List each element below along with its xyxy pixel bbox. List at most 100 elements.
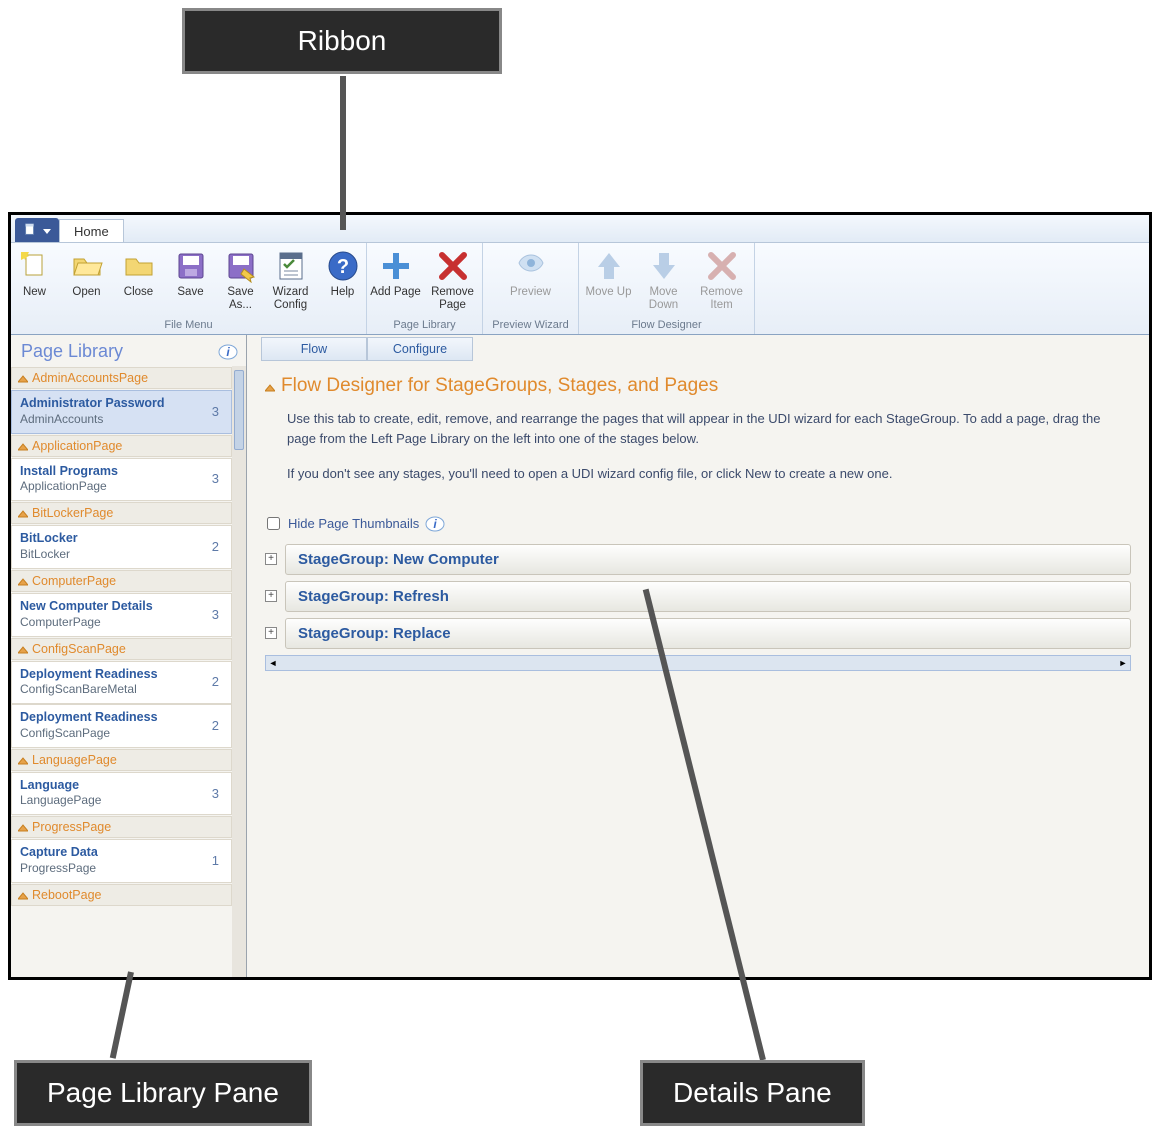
hide-thumbnails-checkbox[interactable] bbox=[267, 517, 280, 530]
ribbon-group-label: Page Library bbox=[367, 317, 482, 334]
chevron-up-icon bbox=[18, 576, 28, 586]
pl-category[interactable]: ApplicationPage bbox=[11, 435, 232, 457]
chevron-up-icon bbox=[18, 822, 28, 832]
pl-item-title: Language bbox=[20, 778, 101, 794]
stage-group-row: + StageGroup: Replace bbox=[265, 618, 1131, 649]
wizard-config-icon bbox=[274, 249, 308, 283]
help-icon: ? bbox=[326, 249, 360, 283]
pl-item-subtitle: ConfigScanBareMetal bbox=[20, 682, 158, 697]
pl-item[interactable]: Install ProgramsApplicationPage3 bbox=[11, 458, 232, 502]
close-icon bbox=[122, 249, 156, 283]
scrollbar-horizontal[interactable]: ◄ ► bbox=[265, 655, 1131, 671]
info-icon[interactable]: i bbox=[218, 342, 238, 362]
pl-item-subtitle: ConfigScanPage bbox=[20, 726, 158, 741]
pl-item-subtitle: LanguagePage bbox=[20, 793, 101, 808]
pl-category-label: AdminAccountsPage bbox=[32, 371, 148, 385]
save-icon bbox=[174, 249, 208, 283]
remove-item-button[interactable]: Remove Item bbox=[692, 247, 752, 312]
pl-item-subtitle: BitLocker bbox=[20, 547, 78, 562]
page-library-list[interactable]: AdminAccountsPageAdministrator PasswordA… bbox=[11, 366, 246, 977]
pl-item[interactable]: New Computer DetailsComputerPage3 bbox=[11, 593, 232, 637]
hide-thumbnails-label: Hide Page Thumbnails bbox=[288, 516, 419, 531]
flow-intro-2: If you don't see any stages, you'll need… bbox=[287, 464, 1107, 484]
close-button[interactable]: Close bbox=[113, 247, 165, 299]
remove-page-icon bbox=[436, 249, 470, 283]
new-button[interactable]: New bbox=[9, 247, 61, 299]
wizard-config-button[interactable]: Wizard Config bbox=[265, 247, 317, 312]
tab-configure[interactable]: Configure bbox=[367, 337, 473, 361]
pl-item-count: 2 bbox=[212, 539, 223, 554]
pl-item-subtitle: ProgressPage bbox=[20, 861, 98, 876]
save-button[interactable]: Save bbox=[165, 247, 217, 299]
tab-flow[interactable]: Flow bbox=[261, 337, 367, 361]
pl-item[interactable]: Deployment ReadinessConfigScanBareMetal 2 bbox=[11, 661, 232, 705]
stage-group-bar[interactable]: StageGroup: Refresh bbox=[285, 581, 1131, 612]
help-button[interactable]: ? Help bbox=[317, 247, 369, 299]
remove-page-button[interactable]: Remove Page bbox=[424, 247, 482, 312]
scroll-left-icon[interactable]: ◄ bbox=[266, 656, 280, 670]
pl-category-label: ConfigScanPage bbox=[32, 642, 126, 656]
pl-category[interactable]: ConfigScanPage bbox=[11, 638, 232, 660]
pl-category[interactable]: RebootPage bbox=[11, 884, 232, 906]
pl-item-title: BitLocker bbox=[20, 531, 78, 547]
app-window: Home New Open bbox=[8, 212, 1152, 980]
pl-item-count: 3 bbox=[212, 786, 223, 801]
ribbon-group-preview-wizard: Preview Preview Wizard bbox=[483, 243, 579, 334]
pl-item-count: 2 bbox=[212, 674, 223, 689]
page-library-pane: Page Library i AdminAccountsPageAdminist… bbox=[11, 335, 247, 977]
pl-item[interactable]: LanguageLanguagePage 3 bbox=[11, 772, 232, 816]
ribbon-group-label: Preview Wizard bbox=[483, 317, 578, 334]
chevron-up-icon bbox=[18, 890, 28, 900]
pl-category[interactable]: AdminAccountsPage bbox=[11, 367, 232, 389]
pl-item-subtitle: ComputerPage bbox=[20, 615, 153, 630]
chevron-up-icon[interactable] bbox=[265, 381, 275, 391]
open-button[interactable]: Open bbox=[61, 247, 113, 299]
pl-item[interactable]: Administrator PasswordAdminAccounts3 bbox=[11, 390, 232, 434]
save-as-button[interactable]: Save As... bbox=[217, 247, 265, 312]
scroll-right-icon[interactable]: ► bbox=[1116, 656, 1130, 670]
titlebar: Home bbox=[11, 215, 1149, 243]
pl-item-title: Deployment Readiness bbox=[20, 667, 158, 683]
dropdown-icon bbox=[43, 223, 51, 238]
annotation-page-library-pane: Page Library Pane bbox=[14, 1060, 312, 1126]
pl-category[interactable]: ComputerPage bbox=[11, 570, 232, 592]
document-icon bbox=[23, 223, 37, 237]
annotation-details-pane: Details Pane bbox=[640, 1060, 865, 1126]
pl-category[interactable]: ProgressPage bbox=[11, 816, 232, 838]
pl-item[interactable]: BitLockerBitLocker 2 bbox=[11, 525, 232, 569]
pl-item[interactable]: Deployment ReadinessConfigScanPage2 bbox=[11, 704, 232, 748]
chevron-up-icon bbox=[18, 755, 28, 765]
new-icon bbox=[18, 249, 52, 283]
pl-item-subtitle: AdminAccounts bbox=[20, 412, 164, 427]
scrollbar-thumb[interactable] bbox=[234, 370, 244, 450]
flow-designer-heading: Flow Designer for StageGroups, Stages, a… bbox=[281, 375, 718, 397]
info-icon[interactable]: i bbox=[425, 514, 445, 534]
ribbon-group-file-menu: New Open Close bbox=[11, 243, 367, 334]
pl-category-label: ComputerPage bbox=[32, 574, 116, 588]
expand-icon[interactable]: + bbox=[265, 590, 277, 602]
add-page-icon bbox=[379, 249, 413, 283]
quick-access-toolbar[interactable] bbox=[15, 218, 59, 242]
ribbon-group-page-library: Add Page Remove Page Page Library bbox=[367, 243, 483, 334]
pl-category[interactable]: BitLockerPage bbox=[11, 502, 232, 524]
pl-item-count: 3 bbox=[212, 404, 223, 419]
ribbon-group-flow-designer: Move Up Move Down Remove Item bbox=[579, 243, 755, 334]
ribbon-group-label: Flow Designer bbox=[579, 317, 754, 334]
expand-icon[interactable]: + bbox=[265, 627, 277, 639]
stage-group-row: + StageGroup: Refresh bbox=[265, 581, 1131, 612]
move-up-button[interactable]: Move Up bbox=[582, 247, 636, 299]
chevron-up-icon bbox=[18, 373, 28, 383]
tab-home[interactable]: Home bbox=[59, 219, 124, 242]
pl-item-title: New Computer Details bbox=[20, 599, 153, 615]
expand-icon[interactable]: + bbox=[265, 553, 277, 565]
add-page-button[interactable]: Add Page bbox=[368, 247, 424, 299]
pl-item[interactable]: Capture DataProgressPage1 bbox=[11, 839, 232, 883]
pl-category[interactable]: LanguagePage bbox=[11, 749, 232, 771]
pl-item-count: 2 bbox=[212, 718, 223, 733]
stage-group-bar[interactable]: StageGroup: New Computer bbox=[285, 544, 1131, 575]
move-down-button[interactable]: Move Down bbox=[636, 247, 692, 312]
stage-group-bar[interactable]: StageGroup: Replace bbox=[285, 618, 1131, 649]
pl-item-title: Install Programs bbox=[20, 464, 118, 480]
scrollbar-vertical[interactable] bbox=[232, 366, 246, 977]
preview-button[interactable]: Preview bbox=[485, 247, 577, 299]
